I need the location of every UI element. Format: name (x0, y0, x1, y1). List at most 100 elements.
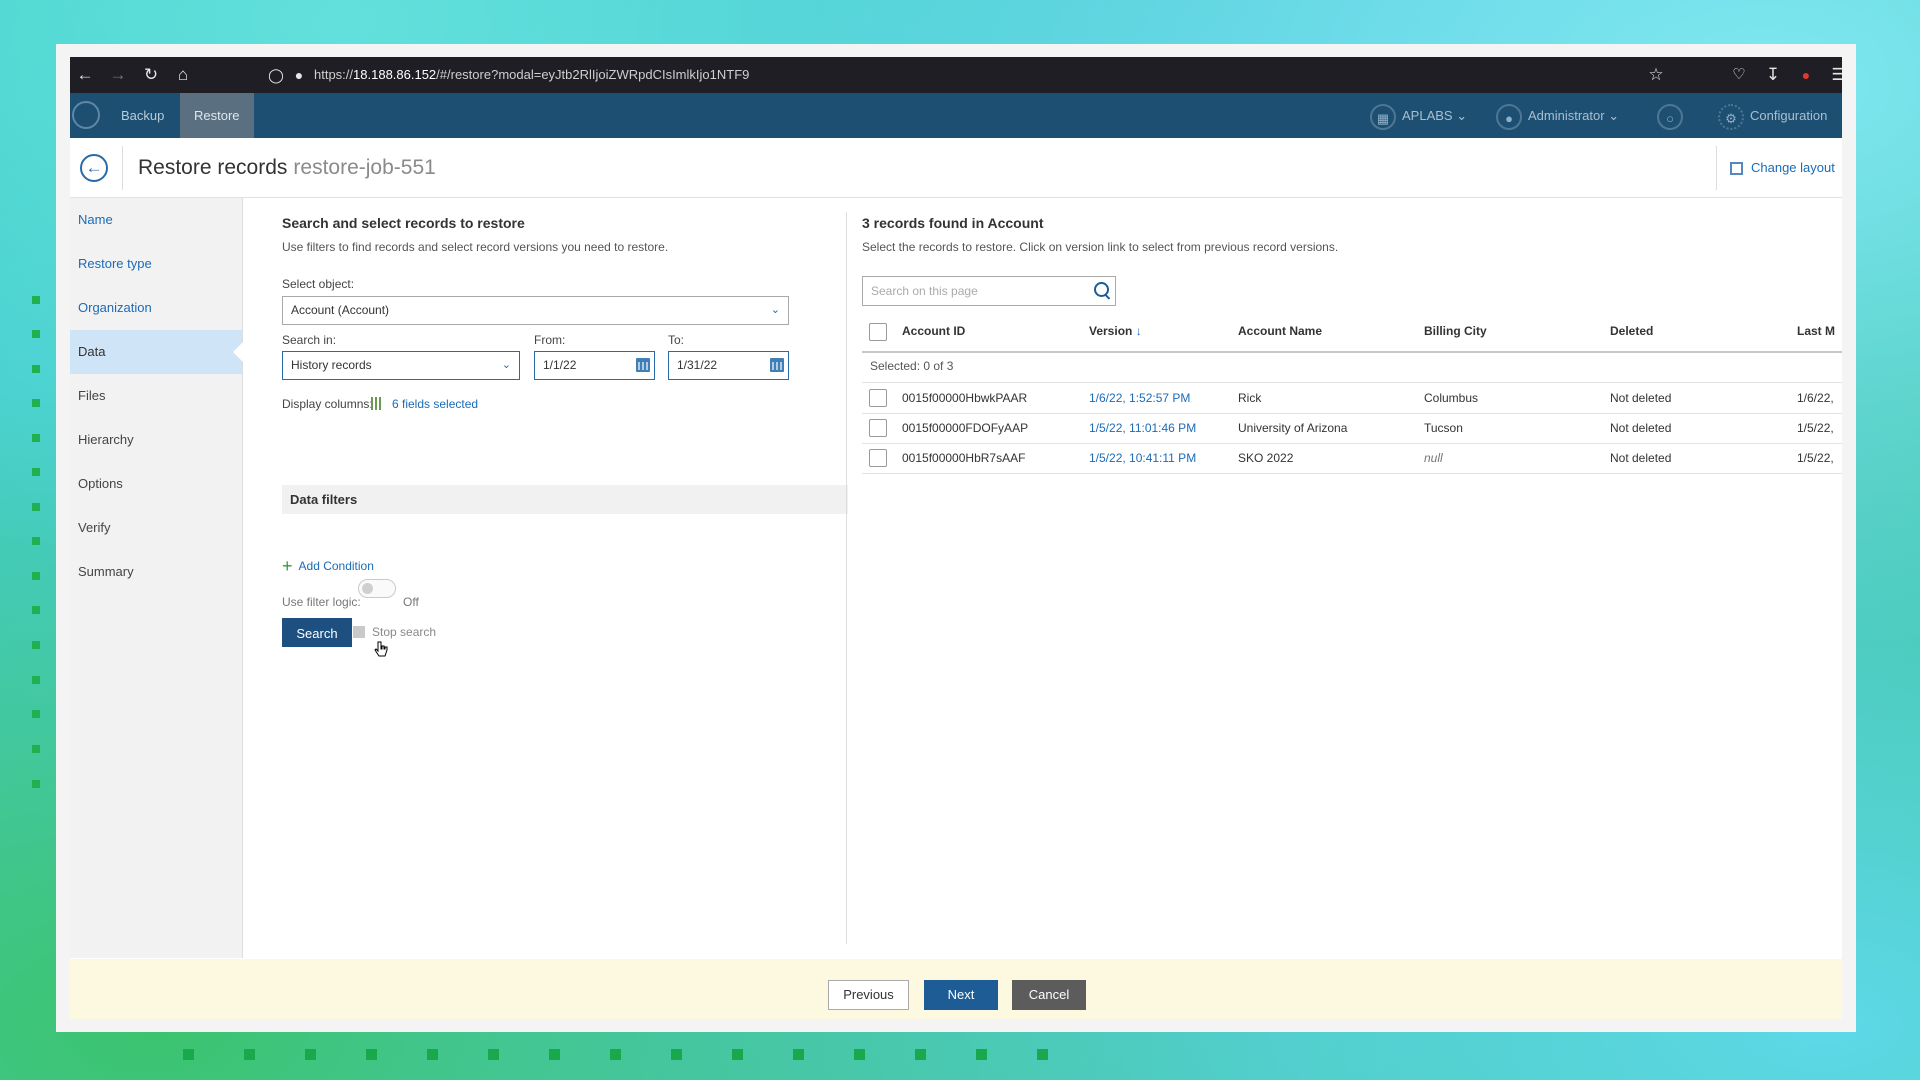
column-header-account-name[interactable]: Account Name (1238, 324, 1322, 338)
cell-deleted: Not deleted (1610, 451, 1672, 465)
cell-version-link[interactable]: 1/5/22, 10:41:11 PM (1089, 443, 1196, 473)
forward-arrow-icon[interactable]: → (105, 57, 131, 93)
url-prefix: https:// (314, 67, 354, 82)
stop-search-checkbox[interactable] (353, 626, 365, 638)
header-divider (862, 351, 1842, 353)
columns-icon (371, 397, 383, 410)
select-object-dropdown[interactable]: Account (Account) ⌄ (282, 296, 789, 325)
cell-last-modified: 1/6/22, (1797, 391, 1834, 405)
change-layout-link[interactable]: Change layout (1730, 138, 1835, 197)
sidebar-item-data[interactable]: Data (70, 330, 243, 374)
menu-icon[interactable]: ☰ (1826, 57, 1842, 93)
cell-version-link[interactable]: 1/6/22, 1:52:57 PM (1089, 383, 1190, 413)
next-button[interactable]: Next (924, 980, 998, 1010)
plus-icon: + (282, 556, 293, 576)
lock-icon[interactable]: ● (286, 57, 312, 93)
star-icon[interactable]: ☆ (1643, 57, 1669, 93)
row-checkbox[interactable] (869, 389, 887, 407)
search-panel-heading: Search and select records to restore (282, 215, 525, 231)
user-name: Administrator (1528, 108, 1605, 123)
sidebar-item-verify[interactable]: Verify (70, 506, 242, 550)
table-row[interactable]: 0015f00000FDOFyAAP 1/5/22, 11:01:46 PM U… (862, 413, 1842, 444)
add-condition-button[interactable]: + Add Condition (282, 556, 374, 577)
download-icon[interactable]: ↧ (1760, 57, 1786, 93)
back-arrow-icon[interactable]: ← (72, 57, 98, 93)
url-bar[interactable]: https://18.188.86.152/#/restore?modal=ey… (314, 57, 749, 93)
cell-account-id: 0015f00000HbwkPAAR (902, 391, 1028, 405)
cell-version-link[interactable]: 1/5/22, 11:01:46 PM (1089, 413, 1196, 443)
change-layout-label: Change layout (1751, 160, 1835, 175)
ublock-icon[interactable]: ● (1793, 57, 1819, 93)
page-title-text: Restore records (138, 156, 288, 179)
org-name: APLABS (1402, 108, 1453, 123)
browser-toolbar: ← → ↻ ⌂ ◯ ● https://18.188.86.152/#/rest… (70, 57, 1842, 93)
data-filters-section: Data filters (282, 485, 848, 514)
org-selector[interactable]: ▦ APLABS ⌄ (1370, 93, 1467, 138)
sidebar-item-hierarchy[interactable]: Hierarchy (70, 418, 242, 462)
cell-last-modified: 1/5/22, (1797, 451, 1834, 465)
arrow-left-icon: ← (85, 158, 103, 177)
sidebar-item-restore-type[interactable]: Restore type (70, 242, 242, 286)
user-menu[interactable]: ● Administrator ⌄ (1496, 93, 1619, 138)
notifications-button[interactable]: ○ (1657, 93, 1689, 138)
wizard-sidebar: Name Restore type Organization Data File… (70, 198, 243, 958)
sidebar-item-options[interactable]: Options (70, 462, 242, 506)
column-header-account-id[interactable]: Account ID (902, 324, 965, 338)
results-search-input[interactable]: Search on this page (862, 276, 1116, 306)
to-label: To: (668, 333, 685, 347)
to-date-input[interactable]: 1/31/22 (668, 351, 789, 380)
url-path: /#/restore?modal=eyJtb2RlIjoiZWRpdCIsIml… (436, 67, 750, 82)
panel-divider (846, 212, 847, 944)
cancel-button[interactable]: Cancel (1012, 980, 1086, 1010)
stop-search-label[interactable]: Stop search (372, 625, 436, 639)
home-icon[interactable]: ⌂ (170, 57, 196, 93)
reload-icon[interactable]: ↻ (138, 57, 164, 93)
cell-account-name: University of Arizona (1238, 421, 1348, 435)
building-icon: ▦ (1370, 103, 1396, 130)
search-icon[interactable] (1094, 282, 1109, 297)
sidebar-item-name[interactable]: Name (70, 198, 242, 242)
cell-deleted: Not deleted (1610, 421, 1672, 435)
data-filters-heading: Data filters (290, 492, 358, 507)
tab-backup[interactable]: Backup (107, 93, 178, 138)
version-header-label: Version (1089, 324, 1133, 338)
sidebar-item-files[interactable]: Files (70, 374, 242, 418)
sidebar-item-summary[interactable]: Summary (70, 550, 242, 594)
column-header-version[interactable]: Version ↓ (1089, 324, 1142, 338)
tab-restore[interactable]: Restore (180, 93, 254, 138)
search-in-dropdown[interactable]: History records ⌄ (282, 351, 520, 380)
cell-account-id: 0015f00000HbR7sAAF (902, 451, 1026, 465)
calendar-icon[interactable] (636, 358, 650, 372)
add-condition-label: Add Condition (298, 559, 374, 573)
cell-last-modified: 1/5/22, (1797, 421, 1834, 435)
sidebar-item-organization[interactable]: Organization (70, 286, 242, 330)
row-checkbox[interactable] (869, 449, 887, 467)
table-row[interactable]: 0015f00000HbwkPAAR 1/6/22, 1:52:57 PM Ri… (862, 383, 1842, 414)
chevron-down-icon: ⌄ (770, 304, 780, 316)
calendar-icon[interactable] (770, 358, 784, 372)
filter-logic-toggle[interactable] (358, 579, 396, 598)
pocket-icon[interactable]: ♡ (1726, 57, 1752, 93)
search-panel-description: Use filters to find records and select r… (282, 240, 669, 254)
select-all-checkbox[interactable] (869, 323, 887, 341)
from-date-input[interactable]: 1/1/22 (534, 351, 655, 380)
back-button[interactable]: ← (80, 154, 108, 182)
configuration-button[interactable]: ⚙ Configuration (1718, 93, 1827, 138)
column-header-last-modified[interactable]: Last M (1797, 324, 1835, 338)
app-logo-icon[interactable] (72, 101, 100, 129)
gear-icon: ⚙ (1718, 103, 1744, 130)
filter-logic-label: Use filter logic: (282, 595, 361, 609)
configuration-label: Configuration (1750, 108, 1828, 123)
previous-button[interactable]: Previous (828, 980, 909, 1010)
row-checkbox[interactable] (869, 419, 887, 437)
filter-logic-state: Off (403, 595, 419, 609)
column-header-billing-city[interactable]: Billing City (1424, 324, 1487, 338)
cell-account-name: Rick (1238, 391, 1262, 405)
search-button[interactable]: Search (282, 618, 352, 647)
table-row[interactable]: 0015f00000HbR7sAAF 1/5/22, 10:41:11 PM S… (862, 443, 1842, 474)
divider (122, 146, 123, 190)
display-columns-link[interactable]: 6 fields selected (392, 397, 478, 411)
column-header-deleted[interactable]: Deleted (1610, 324, 1653, 338)
results-search-placeholder: Search on this page (871, 284, 978, 298)
bell-icon: ○ (1657, 103, 1683, 130)
